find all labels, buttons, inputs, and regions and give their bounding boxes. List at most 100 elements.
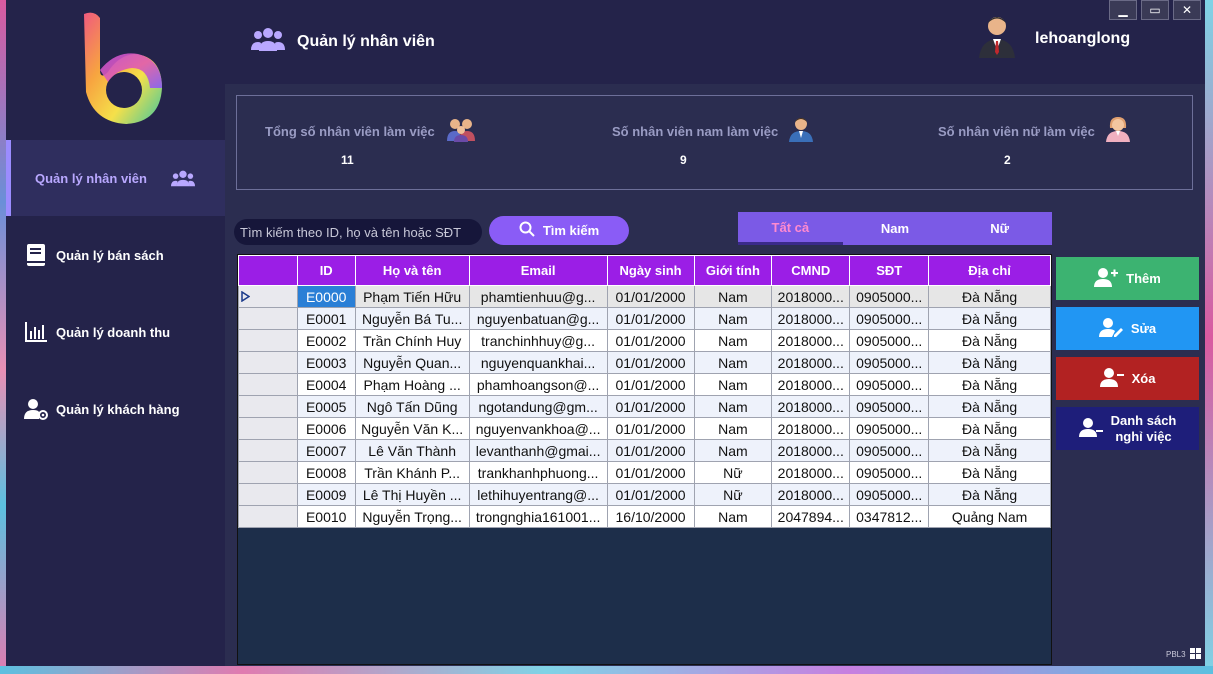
cell-birthdate[interactable]: 01/01/2000: [606, 417, 695, 440]
cell-phone[interactable]: 0905000...: [849, 461, 930, 484]
row-selector[interactable]: [238, 395, 298, 418]
cell-gender[interactable]: Nam: [693, 439, 773, 462]
cell-name[interactable]: Phạm Hoàng ...: [354, 373, 470, 396]
add-employee-button[interactable]: Thêm: [1056, 257, 1199, 300]
edit-employee-button[interactable]: Sửa: [1056, 307, 1199, 350]
cell-phone[interactable]: 0905000...: [849, 417, 930, 440]
cell-email[interactable]: tranchinhhuy@g...: [468, 329, 608, 352]
cell-id[interactable]: E0001: [296, 307, 356, 330]
cell-id-card[interactable]: 2018000...: [771, 461, 851, 484]
cell-id[interactable]: E0002: [296, 329, 356, 352]
cell-address[interactable]: Đà Nẵng: [928, 329, 1051, 352]
cell-gender[interactable]: Nam: [693, 505, 773, 528]
table-row[interactable]: E0002 Trần Chính Huy tranchinhhuy@g... 01/0…: [238, 329, 1051, 352]
cell-gender[interactable]: Nam: [693, 373, 773, 396]
cell-address[interactable]: Quảng Nam: [928, 505, 1051, 528]
cell-phone[interactable]: 0905000...: [849, 439, 930, 462]
cell-birthdate[interactable]: 01/01/2000: [606, 395, 695, 418]
cell-id-card[interactable]: 2018000...: [771, 483, 851, 506]
cell-birthdate[interactable]: 16/10/2000: [606, 505, 695, 528]
column-header-address[interactable]: Địa chỉ: [928, 255, 1051, 286]
column-header-id-card[interactable]: CMND: [771, 255, 851, 286]
cell-email[interactable]: trongnghia161001...: [468, 505, 608, 528]
row-selector[interactable]: [238, 373, 298, 396]
cell-gender[interactable]: Nữ: [693, 483, 773, 506]
column-header-gender[interactable]: Giới tính: [693, 255, 773, 286]
cell-id[interactable]: E0007: [296, 439, 356, 462]
cell-birthdate[interactable]: 01/01/2000: [606, 285, 695, 308]
cell-id[interactable]: E0003: [296, 351, 356, 374]
row-selector[interactable]: [238, 351, 298, 374]
cell-id-card[interactable]: 2018000...: [771, 417, 851, 440]
table-row[interactable]: E0006 Nguyễn Văn K... nguyenvankhoa@... 01/…: [238, 417, 1051, 440]
sidebar-item-employee-management[interactable]: Quản lý nhân viên: [6, 140, 225, 216]
cell-name[interactable]: Nguyễn Bá Tu...: [354, 307, 470, 330]
table-row[interactable]: E0009 Lê Thị Huyền ... lethihuyentrang@...…: [238, 483, 1051, 506]
cell-id[interactable]: E0009: [296, 483, 356, 506]
row-selector[interactable]: [238, 505, 298, 528]
delete-employee-button[interactable]: Xóa: [1056, 357, 1199, 400]
cell-birthdate[interactable]: 01/01/2000: [606, 373, 695, 396]
row-selector[interactable]: [238, 285, 298, 308]
table-row[interactable]: E0005 Ngô Tấn Dũng ngotandung@gm... 01/01/2…: [238, 395, 1051, 418]
cell-id-card[interactable]: 2018000...: [771, 329, 851, 352]
cell-email[interactable]: phamtienhuu@g...: [468, 285, 608, 308]
cell-gender[interactable]: Nam: [693, 307, 773, 330]
column-header-name[interactable]: Họ và tên: [354, 255, 470, 286]
sidebar-item-customers[interactable]: Quản lý khách hàng: [6, 371, 225, 447]
cell-gender[interactable]: Nam: [693, 351, 773, 374]
cell-phone[interactable]: 0905000...: [849, 285, 930, 308]
cell-name[interactable]: Lê Văn Thành: [354, 439, 470, 462]
cell-birthdate[interactable]: 01/01/2000: [606, 329, 695, 352]
cell-address[interactable]: Đà Nẵng: [928, 461, 1051, 484]
cell-birthdate[interactable]: 01/01/2000: [606, 483, 695, 506]
table-row[interactable]: E0001 Nguyễn Bá Tu... nguyenbatuan@g... 01/…: [238, 307, 1051, 330]
table-row[interactable]: E0010 Nguyễn Trọng... trongnghia161001... 1…: [238, 505, 1051, 528]
cell-gender[interactable]: Nam: [693, 395, 773, 418]
cell-name[interactable]: Nguyễn Quan...: [354, 351, 470, 374]
cell-address[interactable]: Đà Nẵng: [928, 417, 1051, 440]
cell-name[interactable]: Ngô Tấn Dũng: [354, 395, 470, 418]
row-selector[interactable]: [238, 461, 298, 484]
resigned-list-button[interactable]: Danh sách nghỉ việc: [1056, 407, 1199, 450]
cell-id[interactable]: E0010: [296, 505, 356, 528]
cell-phone[interactable]: 0347812...: [849, 505, 930, 528]
row-selector[interactable]: [238, 307, 298, 330]
column-header-phone[interactable]: SĐT: [849, 255, 930, 286]
cell-address[interactable]: Đà Nẵng: [928, 439, 1051, 462]
cell-name[interactable]: Phạm Tiến Hữu: [354, 285, 470, 308]
tab-all[interactable]: Tất cả: [738, 212, 843, 245]
cell-email[interactable]: phamhoangson@...: [468, 373, 608, 396]
cell-name[interactable]: Trần Chính Huy: [354, 329, 470, 352]
cell-email[interactable]: nguyenbatuan@g...: [468, 307, 608, 330]
maximize-button[interactable]: ▭: [1141, 0, 1169, 20]
cell-gender[interactable]: Nữ: [693, 461, 773, 484]
resize-grip-icon[interactable]: [1190, 648, 1201, 659]
cell-gender[interactable]: Nam: [693, 285, 773, 308]
table-row[interactable]: E0007 Lê Văn Thành levanthanh@gmai... 01/01…: [238, 439, 1051, 462]
user-profile[interactable]: lehoanglong: [977, 14, 1130, 63]
search-input[interactable]: [234, 219, 482, 245]
cell-name[interactable]: Trần Khánh P...: [354, 461, 470, 484]
cell-gender[interactable]: Nam: [693, 417, 773, 440]
cell-address[interactable]: Đà Nẵng: [928, 483, 1051, 506]
search-button[interactable]: Tìm kiếm: [489, 216, 629, 245]
cell-email[interactable]: lethihuyentrang@...: [468, 483, 608, 506]
table-row[interactable]: E0000 Phạm Tiến Hữu phamtienhuu@g... 01/01/…: [238, 285, 1051, 308]
cell-gender[interactable]: Nam: [693, 329, 773, 352]
cell-id[interactable]: E0008: [296, 461, 356, 484]
minimize-button[interactable]: ▁: [1109, 0, 1137, 20]
cell-birthdate[interactable]: 01/01/2000: [606, 439, 695, 462]
cell-id-card[interactable]: 2018000...: [771, 307, 851, 330]
cell-address[interactable]: Đà Nẵng: [928, 373, 1051, 396]
cell-id-card[interactable]: 2018000...: [771, 351, 851, 374]
cell-phone[interactable]: 0905000...: [849, 329, 930, 352]
cell-phone[interactable]: 0905000...: [849, 307, 930, 330]
cell-phone[interactable]: 0905000...: [849, 483, 930, 506]
table-row[interactable]: E0004 Phạm Hoàng ... phamhoangson@... 01/01…: [238, 373, 1051, 396]
cell-id-card[interactable]: 2018000...: [771, 395, 851, 418]
cell-name[interactable]: Nguyễn Trọng...: [354, 505, 470, 528]
cell-email[interactable]: levanthanh@gmai...: [468, 439, 608, 462]
cell-phone[interactable]: 0905000...: [849, 395, 930, 418]
cell-id-card[interactable]: 2018000...: [771, 285, 851, 308]
